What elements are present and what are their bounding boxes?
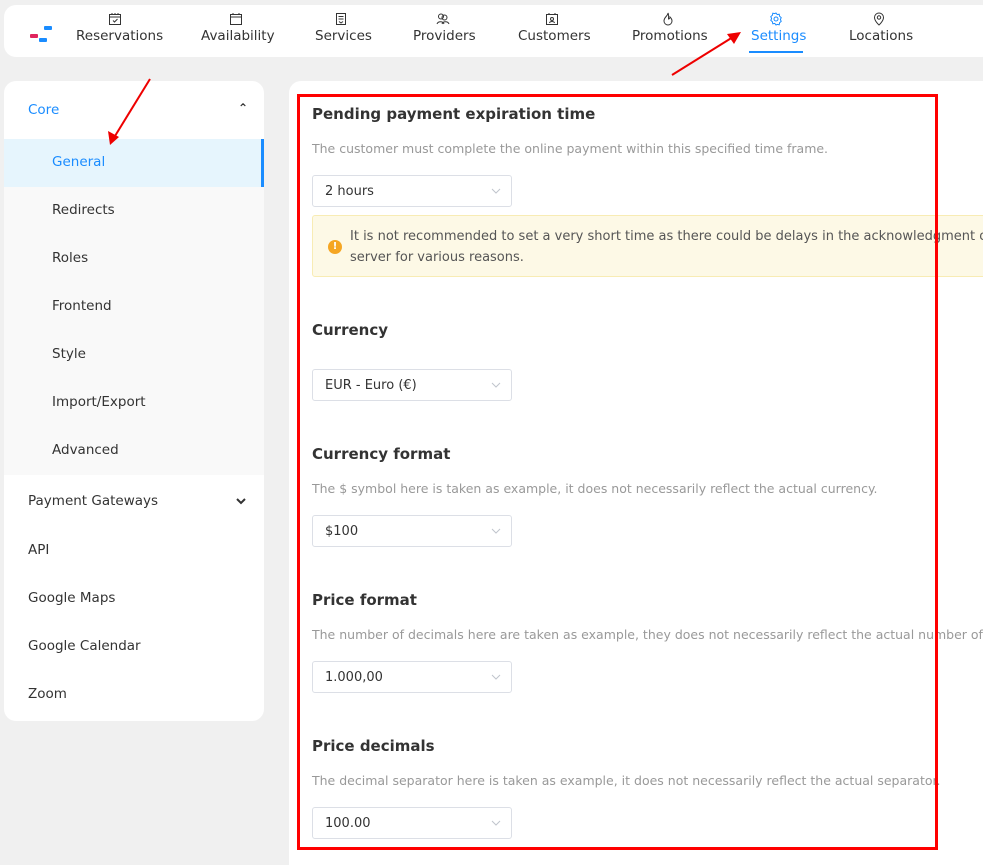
sidebar-item-google-maps[interactable]: Google Maps — [4, 575, 264, 623]
top-navigation: Reservations Availability Services Provi… — [4, 5, 983, 57]
chevron-down-icon — [491, 820, 501, 826]
contact-card-icon — [546, 13, 558, 25]
users-icon — [436, 13, 450, 25]
sidebar-item-roles[interactable]: Roles — [4, 235, 264, 283]
active-item-indicator — [261, 139, 264, 187]
sidebar-group-core[interactable]: Core ⌃ — [4, 81, 264, 139]
chevron-down-icon — [236, 498, 246, 505]
currency-format-select[interactable]: $100 — [312, 515, 512, 547]
calendar-check-icon — [109, 13, 121, 25]
nav-promotions[interactable]: Promotions — [632, 5, 708, 57]
nav-providers[interactable]: Providers — [413, 5, 476, 57]
settings-content: Pending payment expiration time The cust… — [289, 81, 983, 865]
nav-availability[interactable]: Availability — [201, 5, 275, 57]
chevron-down-icon — [491, 382, 501, 388]
fire-icon — [663, 12, 673, 26]
sidebar-item-zoom[interactable]: Zoom — [4, 671, 264, 719]
sidebar-item-redirects[interactable]: Redirects — [4, 187, 264, 235]
location-pin-icon — [873, 12, 885, 26]
pending-payment-title: Pending payment expiration time — [312, 105, 596, 123]
pending-payment-select[interactable]: 2 hours — [312, 175, 512, 207]
nav-reservations[interactable]: Reservations — [76, 5, 163, 57]
sidebar-group-payment-gateways[interactable]: Payment Gateways — [4, 475, 264, 527]
sidebar-item-api[interactable]: API — [4, 527, 264, 575]
price-decimals-select[interactable]: 100.00 — [312, 807, 512, 839]
gear-icon — [770, 12, 782, 26]
nav-locations[interactable]: Locations — [849, 5, 913, 57]
sidebar-item-advanced[interactable]: Advanced — [4, 427, 264, 475]
nav-customers[interactable]: Customers — [518, 5, 591, 57]
price-format-description: The number of decimals here are taken as… — [312, 627, 983, 642]
price-decimals-title: Price decimals — [312, 737, 435, 755]
nav-services[interactable]: Services — [315, 5, 372, 57]
calendar-icon — [230, 13, 242, 25]
currency-select[interactable]: EUR - Euro (€) — [312, 369, 512, 401]
warning-alert: ! It is not recommended to set a very sh… — [312, 215, 983, 277]
currency-title: Currency — [312, 321, 389, 339]
clipboard-icon — [336, 13, 346, 25]
currency-format-title: Currency format — [312, 445, 451, 463]
core-submenu: General Redirects Roles Frontend Style I… — [4, 139, 264, 475]
settings-sidebar: Core ⌃ General Redirects Roles Frontend … — [4, 81, 264, 721]
price-decimals-description: The decimal separator here is taken as e… — [312, 773, 941, 788]
app-logo[interactable] — [30, 24, 58, 46]
currency-format-description: The $ symbol here is taken as example, i… — [312, 481, 878, 496]
chevron-down-icon — [491, 528, 501, 534]
price-format-title: Price format — [312, 591, 417, 609]
sidebar-item-general[interactable]: General — [4, 139, 264, 187]
price-format-select[interactable]: 1.000,00 — [312, 661, 512, 693]
active-tab-indicator — [749, 51, 803, 53]
nav-settings[interactable]: Settings — [749, 5, 806, 57]
sidebar-item-import-export[interactable]: Import/Export — [4, 379, 264, 427]
sidebar-item-frontend[interactable]: Frontend — [4, 283, 264, 331]
pending-payment-description: The customer must complete the online pa… — [312, 141, 829, 156]
warning-icon: ! — [328, 240, 342, 254]
sidebar-item-style[interactable]: Style — [4, 331, 264, 379]
chevron-down-icon — [491, 188, 501, 194]
chevron-up-icon: ⌃ — [237, 101, 248, 115]
sidebar-item-google-calendar[interactable]: Google Calendar — [4, 623, 264, 671]
chevron-down-icon — [491, 674, 501, 680]
